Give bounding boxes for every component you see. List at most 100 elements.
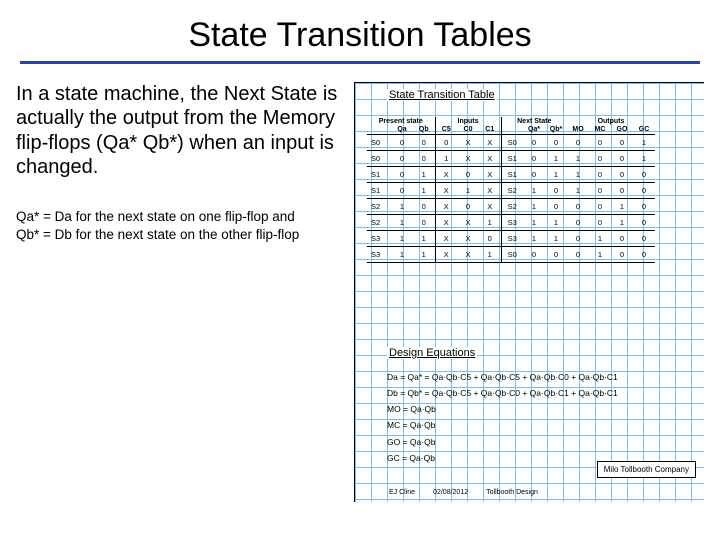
table-cell: S2: [501, 199, 523, 215]
table-cell: S3: [367, 247, 391, 263]
table-cell: 1: [391, 215, 413, 231]
state-transition-table: Present state Inputs Next State Outputs …: [367, 117, 655, 263]
drawing-footer: EJ Cline 02/08/2012 Tollbooth Design: [389, 489, 696, 496]
page-title: State Transition Tables: [0, 16, 720, 55]
table-cell: S1: [367, 183, 391, 199]
table-cell: 0: [589, 167, 611, 183]
table-cell: X: [479, 135, 501, 151]
table-cell: X: [435, 167, 457, 183]
table-cell: 1: [391, 247, 413, 263]
table-cell: 0: [611, 151, 633, 167]
table-cell: S1: [501, 167, 523, 183]
table-cell: 0: [567, 231, 589, 247]
table-cell: 0: [567, 199, 589, 215]
col-header: GO: [611, 125, 633, 135]
table-cell: 1: [611, 215, 633, 231]
table-cell: 0: [589, 199, 611, 215]
table-cell: S2: [367, 215, 391, 231]
table-cell: X: [457, 215, 479, 231]
description-paragraph: In a state machine, the Next State is ac…: [16, 82, 346, 180]
table-cell: 0: [589, 183, 611, 199]
table-cell: 0: [545, 183, 567, 199]
table-cell: 0: [457, 167, 479, 183]
table-cell: 0: [545, 247, 567, 263]
table-row: S210X0XS2100010: [367, 199, 655, 215]
table-cell: S2: [501, 183, 523, 199]
table-cell: 1: [567, 183, 589, 199]
table-cell: X: [457, 231, 479, 247]
group-outputs: Outputs: [567, 117, 655, 125]
table-cell: 1: [633, 135, 655, 151]
table-cell: 0: [611, 167, 633, 183]
table-cell: 1: [435, 151, 457, 167]
col-header: GC: [633, 125, 655, 135]
col-header: Qa*: [523, 125, 545, 135]
table-cell: S3: [367, 231, 391, 247]
table-row: S101X0XS1011000: [367, 167, 655, 183]
eq-gc: GC = Qa·Qb: [387, 450, 618, 466]
table-cell: 0: [567, 135, 589, 151]
col-header: [501, 125, 523, 135]
eq-db: Db = Qb* = Qa·Qb·C5 + Qa·Qb·C0 + Qa·Qb·C…: [387, 385, 618, 401]
company-titlebox: Milo Tollbooth Company: [597, 461, 696, 478]
table-cell: 0: [633, 215, 655, 231]
column-header-row: QaQbC5C0C1Qa*Qb*MOMCGOGC: [367, 125, 655, 135]
table-cell: 1: [523, 231, 545, 247]
table-cell: 1: [523, 199, 545, 215]
table-cell: 1: [567, 151, 589, 167]
table-cell: X: [435, 183, 457, 199]
table-cell: X: [435, 199, 457, 215]
table-cell: S1: [501, 151, 523, 167]
table-cell: 0: [567, 215, 589, 231]
table-cell: X: [479, 199, 501, 215]
table-cell: 0: [589, 215, 611, 231]
table-cell: 0: [479, 231, 501, 247]
table-cell: 0: [413, 199, 435, 215]
table-cell: X: [457, 247, 479, 263]
table-cell: 0: [413, 151, 435, 167]
table-row: S210XX1S3110010: [367, 215, 655, 231]
table-cell: 0: [589, 151, 611, 167]
col-header: MO: [567, 125, 589, 135]
group-inputs: Inputs: [435, 117, 501, 125]
table-cell: 1: [413, 247, 435, 263]
table-body: S0000XXS0000001S0001XXS1011001S101X0XS10…: [367, 135, 655, 263]
table-cell: X: [435, 215, 457, 231]
table-cell: X: [457, 151, 479, 167]
title-separator: [20, 61, 700, 64]
table-cell: 1: [479, 215, 501, 231]
table-cell: 1: [413, 167, 435, 183]
state-table-heading: State Transition Table: [387, 89, 497, 101]
table-cell: 0: [523, 167, 545, 183]
group-header-row: Present state Inputs Next State Outputs: [367, 117, 655, 125]
table-cell: S0: [367, 135, 391, 151]
col-header: C1: [479, 125, 501, 135]
table-cell: 1: [545, 231, 567, 247]
col-header: C0: [457, 125, 479, 135]
table-cell: S0: [501, 135, 523, 151]
table-cell: 1: [567, 167, 589, 183]
table-cell: 0: [633, 231, 655, 247]
table-cell: 0: [391, 183, 413, 199]
col-header: Qb: [413, 125, 435, 135]
table-cell: 0: [391, 135, 413, 151]
group-next: Next State: [501, 117, 567, 125]
eq-go: GO = Qa·Qb: [387, 434, 618, 450]
table-cell: X: [435, 231, 457, 247]
table-cell: 1: [391, 199, 413, 215]
note-qa: Qa* = Da for the next state on one flip-…: [16, 208, 346, 226]
table-row: S0001XXS1011001: [367, 151, 655, 167]
table-cell: 0: [633, 167, 655, 183]
table-cell: 1: [611, 199, 633, 215]
table-cell: 1: [545, 215, 567, 231]
table-cell: 1: [479, 247, 501, 263]
table-cell: 1: [457, 183, 479, 199]
table-cell: 1: [589, 231, 611, 247]
table-cell: 0: [567, 247, 589, 263]
table-cell: S2: [367, 199, 391, 215]
table-cell: 0: [413, 135, 435, 151]
table-cell: 1: [545, 167, 567, 183]
table-cell: 0: [391, 167, 413, 183]
table-row: S311XX1S0000100: [367, 247, 655, 263]
table-cell: X: [479, 167, 501, 183]
